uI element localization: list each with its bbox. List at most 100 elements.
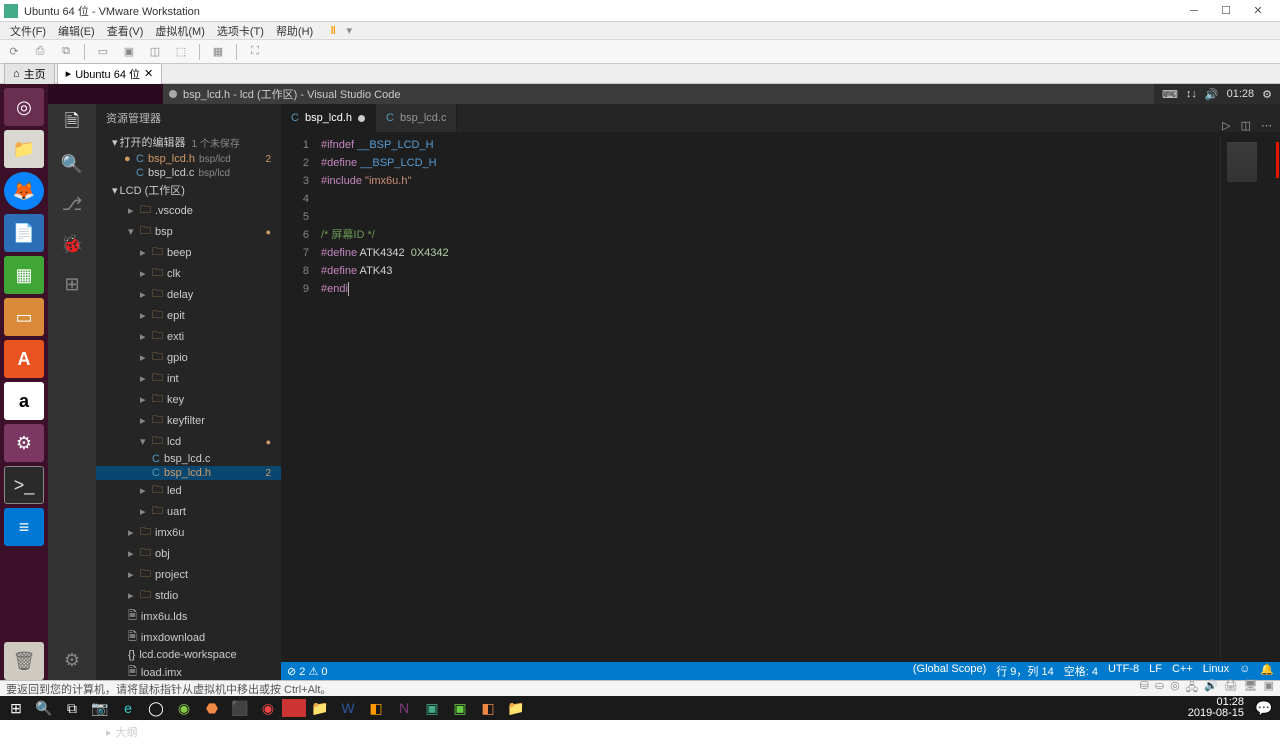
- word-icon[interactable]: W: [334, 696, 362, 720]
- editor-body[interactable]: 123456789 #ifndef __BSP_LCD_H #define __…: [281, 132, 1280, 662]
- app-icon[interactable]: ⬣: [198, 696, 226, 720]
- open-editors-section[interactable]: ▾ 打开的编辑器1 个未保存: [96, 132, 281, 152]
- menu-tabs[interactable]: 选项卡(T): [211, 23, 270, 39]
- clock[interactable]: 01:28: [1227, 88, 1255, 100]
- settings-icon[interactable]: ⚙: [4, 424, 44, 462]
- vm-tab[interactable]: ▸ Ubuntu 64 位 ✕: [57, 63, 163, 85]
- file-imx6u-lds[interactable]: 🗎 imx6u.lds: [96, 606, 281, 627]
- status-bell-icon[interactable]: 🔔: [1260, 663, 1274, 679]
- trash-icon[interactable]: 🗑: [4, 642, 44, 680]
- more-icon[interactable]: ⋯: [1261, 119, 1272, 132]
- tab-bsp-lcd-c[interactable]: C bsp_lcd.c: [376, 104, 457, 132]
- amazon-icon[interactable]: a: [4, 382, 44, 420]
- terminal-icon[interactable]: >_: [4, 466, 44, 504]
- console-icon[interactable]: ⬚: [173, 44, 189, 60]
- menu-view[interactable]: 查看(V): [101, 23, 150, 39]
- taskview-icon[interactable]: ⧉: [58, 696, 86, 720]
- code-content[interactable]: #ifndef __BSP_LCD_H #define __BSP_LCD_H …: [321, 136, 1220, 662]
- network-icon[interactable]: ↕↓: [1186, 88, 1197, 100]
- home-tab[interactable]: ⌂ 主页: [4, 63, 55, 85]
- keyboard-icon[interactable]: ⌨: [1162, 88, 1178, 101]
- folder-bsp[interactable]: ▾🗀 bsp●: [96, 221, 281, 242]
- status-errors[interactable]: ⊘ 2 ⚠ 0: [287, 665, 328, 678]
- status-scope[interactable]: (Global Scope): [913, 663, 986, 679]
- status-feedback-icon[interactable]: ☺: [1239, 663, 1250, 679]
- folder-exti[interactable]: ▸🗀 exti: [96, 326, 281, 347]
- app-icon[interactable]: 📁: [502, 696, 530, 720]
- app-icon[interactable]: ▣: [446, 696, 474, 720]
- view-icon[interactable]: ◫: [147, 44, 163, 60]
- settings-gear-icon[interactable]: ⚙: [60, 648, 84, 672]
- folder-led[interactable]: ▸🗀 led: [96, 480, 281, 501]
- folder-keyfilter[interactable]: ▸🗀 keyfilter: [96, 410, 281, 431]
- file-workspace[interactable]: {} lcd.code-workspace: [96, 648, 281, 662]
- explorer-icon[interactable]: 🗎: [60, 112, 84, 136]
- file-imxdownload[interactable]: 🗎 imxdownload: [96, 627, 281, 648]
- camera-icon[interactable]: 📷: [86, 696, 114, 720]
- folder-delay[interactable]: ▸🗀 delay: [96, 284, 281, 305]
- split-icon[interactable]: ◫: [1241, 119, 1251, 132]
- tab-bsp-lcd-h[interactable]: C bsp_lcd.h: [281, 104, 376, 132]
- dash-icon[interactable]: ◎: [4, 88, 44, 126]
- file-bsp-lcd-h[interactable]: C bsp_lcd.h2: [96, 466, 281, 480]
- volume-icon[interactable]: 🔊: [1205, 88, 1219, 101]
- chrome-icon[interactable]: ◯: [142, 696, 170, 720]
- workspace-section[interactable]: ▾ LCD (工作区): [96, 180, 281, 200]
- maximize-button[interactable]: ☐: [1216, 1, 1236, 21]
- scm-icon[interactable]: ⎇: [60, 192, 84, 216]
- impress-icon[interactable]: ▭: [4, 298, 44, 336]
- file-bsp-lcd-c[interactable]: C bsp_lcd.c: [96, 452, 281, 466]
- folder-stdio[interactable]: ▸🗀 stdio: [96, 585, 281, 606]
- fullscreen-icon[interactable]: ▣: [121, 44, 137, 60]
- manage-icon[interactable]: ⧉: [58, 44, 74, 60]
- open-editor-bsp-lcd-c[interactable]: C bsp_lcd.c bsp/lcd: [96, 166, 281, 180]
- debug-icon[interactable]: 🐞: [60, 232, 84, 256]
- minimize-button[interactable]: ─: [1184, 1, 1204, 21]
- firefox-icon[interactable]: 🦊: [4, 172, 44, 210]
- close-button[interactable]: ✕: [1248, 1, 1268, 21]
- screenshot-icon[interactable]: ⎙: [32, 44, 48, 60]
- menu-vm[interactable]: 虚拟机(M): [149, 23, 211, 39]
- folder-clk[interactable]: ▸🗀 clk: [96, 263, 281, 284]
- onenote-icon[interactable]: N: [390, 696, 418, 720]
- calc-icon[interactable]: ▦: [4, 256, 44, 294]
- folder-beep[interactable]: ▸🗀 beep: [96, 242, 281, 263]
- notifications-icon[interactable]: 💬: [1250, 696, 1278, 720]
- folder-obj[interactable]: ▸🗀 obj: [96, 543, 281, 564]
- outline-section[interactable]: ▸ 大纲: [96, 719, 281, 744]
- expand-icon[interactable]: ⛶: [247, 44, 263, 60]
- explorer-icon[interactable]: 📁: [306, 696, 334, 720]
- menu-file[interactable]: 文件(F): [4, 23, 52, 39]
- search-icon[interactable]: 🔍: [30, 696, 58, 720]
- app-icon[interactable]: ◉: [170, 696, 198, 720]
- folder-uart[interactable]: ▸🗀 uart: [96, 501, 281, 522]
- app-icon[interactable]: ⬛: [226, 696, 254, 720]
- toolbar-dropdown-icon[interactable]: ▾: [341, 23, 357, 39]
- status-encoding[interactable]: UTF-8: [1108, 663, 1139, 679]
- search-icon[interactable]: 🔍: [60, 152, 84, 176]
- app-icon[interactable]: ◧: [362, 696, 390, 720]
- status-spaces[interactable]: 空格: 4: [1064, 663, 1098, 679]
- run-icon[interactable]: ▷: [1222, 119, 1230, 132]
- software-icon[interactable]: A: [4, 340, 44, 378]
- writer-icon[interactable]: 📄: [4, 214, 44, 252]
- menu-edit[interactable]: 编辑(E): [52, 23, 101, 39]
- app-icon[interactable]: ◧: [474, 696, 502, 720]
- app-icon[interactable]: ◉: [254, 696, 282, 720]
- edge-icon[interactable]: e: [114, 696, 142, 720]
- pause-icon[interactable]: ‖: [325, 23, 341, 39]
- folder-lcd[interactable]: ▾🗀 lcd●: [96, 431, 281, 452]
- extensions-icon[interactable]: ⊞: [60, 272, 84, 296]
- status-position[interactable]: 行 9，列 14: [996, 663, 1053, 679]
- status-os[interactable]: Linux: [1203, 663, 1229, 679]
- files-icon[interactable]: 📁: [4, 130, 44, 168]
- unity-icon[interactable]: ▭: [95, 44, 111, 60]
- folder-imx6u[interactable]: ▸🗀 imx6u: [96, 522, 281, 543]
- app-icon[interactable]: [282, 699, 306, 717]
- snapshot-icon[interactable]: ⟳: [6, 44, 22, 60]
- gear-icon[interactable]: ⚙: [1262, 88, 1272, 101]
- thumbnail-icon[interactable]: ▦: [210, 44, 226, 60]
- folder-vscode[interactable]: ▸🗀 .vscode: [96, 200, 281, 221]
- menu-help[interactable]: 帮助(H): [270, 23, 319, 39]
- vmware-task-icon[interactable]: ▣: [418, 696, 446, 720]
